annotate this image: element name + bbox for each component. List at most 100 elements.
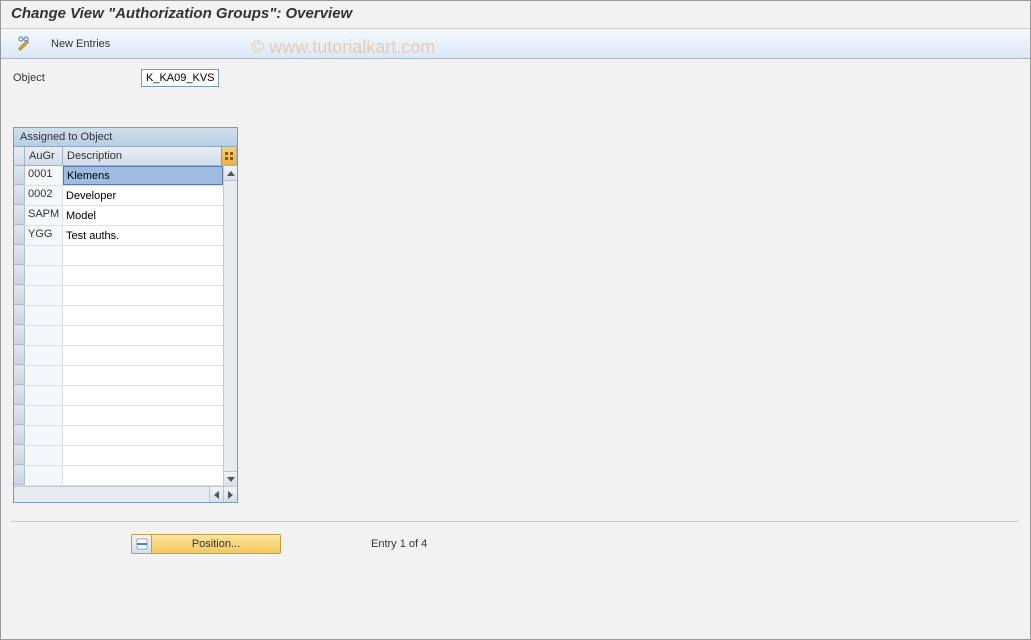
row-selector[interactable] [14,266,25,285]
table-row [14,426,223,446]
description-input[interactable] [63,306,223,325]
row-selector[interactable] [14,346,25,365]
cell-description [63,226,223,245]
column-header-augr[interactable]: AuGr [25,147,63,165]
cell-description [63,446,223,465]
table-row [14,406,223,426]
scroll-right-button[interactable] [223,487,237,502]
chevron-down-icon [227,477,235,482]
cell-description [63,346,223,365]
row-selector[interactable] [14,166,25,185]
new-entries-button[interactable]: New Entries [45,36,116,52]
cell-augr[interactable] [25,286,63,305]
cell-description [63,246,223,265]
cell-description [63,366,223,385]
cell-augr[interactable] [25,346,63,365]
horizontal-scrollbar[interactable] [14,486,237,502]
position-icon [136,538,148,550]
description-input[interactable] [63,326,223,345]
cell-description [63,426,223,445]
description-input[interactable] [63,346,223,365]
new-entries-label: New Entries [51,38,110,50]
description-input[interactable] [63,286,223,305]
vertical-scrollbar[interactable] [223,166,237,486]
description-input[interactable] [63,426,223,445]
cell-description [63,466,223,485]
toggle-mode-button[interactable] [11,34,39,54]
pencil-glasses-icon [17,36,33,52]
row-selector[interactable] [14,246,25,265]
table-row [14,246,223,266]
row-selector[interactable] [14,186,25,205]
position-button[interactable]: Position... [131,534,281,554]
row-selector[interactable] [14,286,25,305]
select-all-handle[interactable] [14,147,25,165]
row-selector[interactable] [14,226,25,245]
description-input[interactable] [63,406,223,425]
cell-augr[interactable] [25,266,63,285]
row-selector[interactable] [14,386,25,405]
row-selector[interactable] [14,426,25,445]
cell-description [63,386,223,405]
table-row: 0002 [14,186,223,206]
cell-augr[interactable] [25,406,63,425]
object-field[interactable] [141,69,219,87]
description-input[interactable] [63,466,223,485]
row-selector[interactable] [14,306,25,325]
cell-augr[interactable] [25,366,63,385]
table-row [14,386,223,406]
cell-augr[interactable] [25,246,63,265]
page-title: Change View "Authorization Groups": Over… [11,5,352,22]
scroll-up-button[interactable] [224,166,237,181]
cell-augr[interactable] [25,446,63,465]
column-header-description[interactable]: Description [63,147,237,165]
row-selector[interactable] [14,466,25,485]
assigned-to-object-table: Assigned to Object AuGr Description 0001… [13,127,238,503]
table-row [14,446,223,466]
table-row [14,286,223,306]
position-button-label: Position... [152,538,280,550]
cell-augr[interactable] [25,326,63,345]
chevron-left-icon [214,491,219,499]
table-row: 0001 [14,166,223,186]
description-input[interactable] [63,386,223,405]
chevron-up-icon [227,171,235,176]
description-input[interactable] [63,166,223,185]
cell-augr[interactable]: YGG [25,226,63,245]
cell-description [63,206,223,225]
cell-augr[interactable] [25,386,63,405]
description-input[interactable] [63,206,223,225]
toolbar: New Entries [1,29,1030,59]
row-selector[interactable] [14,406,25,425]
description-input[interactable] [63,246,223,265]
description-input[interactable] [63,266,223,285]
row-selector[interactable] [14,446,25,465]
cell-description [63,186,223,205]
description-input[interactable] [63,446,223,465]
row-selector[interactable] [14,366,25,385]
description-input[interactable] [63,226,223,245]
description-input[interactable] [63,186,223,205]
description-input[interactable] [63,366,223,385]
row-selector[interactable] [14,326,25,345]
table-row [14,346,223,366]
table-row [14,266,223,286]
object-label: Object [13,72,133,84]
cell-augr[interactable]: SAPM [25,206,63,225]
table-configure-button[interactable] [221,147,236,165]
scroll-left-button[interactable] [209,487,223,502]
row-selector[interactable] [14,206,25,225]
scroll-down-button[interactable] [224,471,237,486]
entry-status: Entry 1 of 4 [371,538,427,550]
cell-augr[interactable] [25,466,63,485]
cell-description [63,166,223,185]
grid-icon [225,152,234,161]
table-row [14,306,223,326]
cell-augr[interactable] [25,426,63,445]
cell-description [63,406,223,425]
table-row: SAPM [14,206,223,226]
cell-augr[interactable] [25,306,63,325]
scroll-track[interactable] [224,181,237,471]
cell-augr[interactable]: 0001 [25,166,63,185]
cell-augr[interactable]: 0002 [25,186,63,205]
